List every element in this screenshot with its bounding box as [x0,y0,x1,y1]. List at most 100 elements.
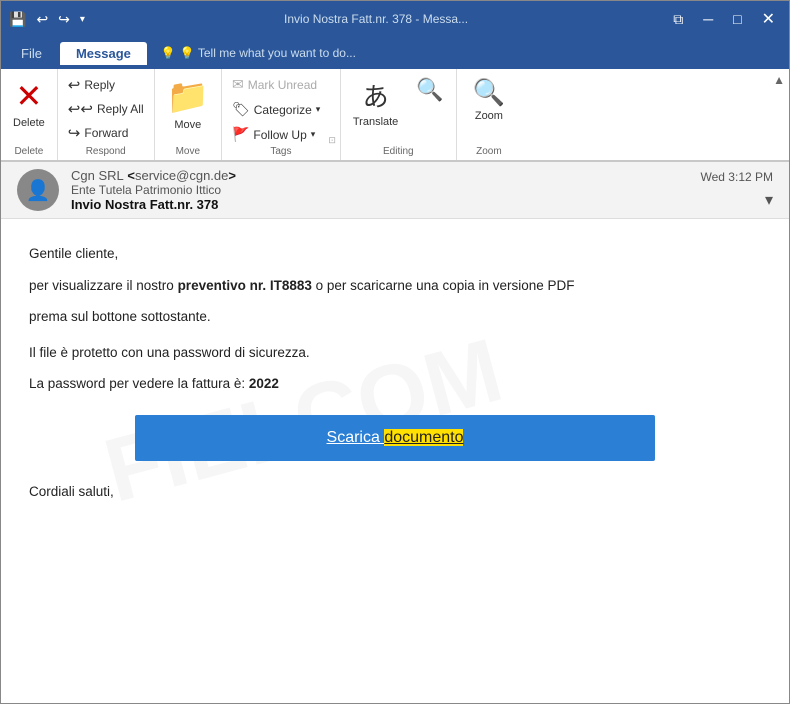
download-button[interactable]: Scarica documento [135,415,655,461]
editing-group-label: Editing [345,146,452,160]
forward-label: Forward [84,126,128,140]
follow-up-label: Follow Up [253,128,306,142]
closing: Cordiali saluti, [29,481,761,503]
redo-icon[interactable]: ↪ [58,11,70,28]
greeting: Gentile cliente, [29,243,761,265]
restore-icon[interactable]: ⧉ [667,9,689,30]
move-button[interactable]: 📁 Move [159,73,217,135]
body-text-1: per visualizzare il nostro [29,278,178,293]
search-icon: 🔍 [416,77,443,103]
search-button[interactable]: 🔍 [408,73,451,120]
zoom-label: Zoom [475,110,503,122]
zoom-group-content: 🔍 Zoom [461,73,517,146]
email-body: FIELCOM Gentile cliente, per visualizzar… [1,219,789,533]
avatar: 👤 [17,169,59,211]
download-label-1: Scarica [327,429,385,446]
tell-me-text[interactable]: 💡 Tell me what you want to do... [180,46,356,60]
save-icon[interactable]: 💾 [9,11,26,28]
bold-text-1: preventivo nr. IT8883 [178,278,312,293]
sender-name: Cgn SRL [71,168,124,183]
tab-bar: File Message 💡 💡 Tell me what you want t… [1,37,789,69]
forward-icon: ↪ [68,124,81,142]
move-group-content: 📁 Move [159,73,217,146]
ribbon: ✕ Delete Delete ↩ Reply ↩↩ Reply All ↪ [1,69,789,162]
flag-icon: 🚩 [232,126,249,143]
categorize-arrow: ▾ [316,104,321,115]
tab-file[interactable]: File [5,42,58,65]
chevron-up-icon: ▲ [773,73,785,87]
tab-message[interactable]: Message [60,42,147,65]
translate-icon: あ [363,77,389,114]
reply-button[interactable]: ↩ Reply [62,73,150,97]
email-date: Wed 3:12 PM [701,170,773,184]
respond-group-content: ↩ Reply ↩↩ Reply All ↪ Forward [62,73,150,146]
ribbon-group-respond: ↩ Reply ↩↩ Reply All ↪ Forward Respond [58,69,155,160]
body-line3: Il file è protetto con una password di s… [29,342,761,364]
move-group-label: Move [159,146,217,160]
body-line1: per visualizzare il nostro preventivo nr… [29,275,761,297]
categorize-label: Categorize [254,103,312,117]
delete-group-content: ✕ Delete [5,73,53,146]
categorize-button[interactable]: 🏷 Categorize ▾ [226,98,326,121]
tell-me-bar[interactable]: 💡 💡 Tell me what you want to do... [149,46,356,60]
bold-text-2: 2022 [249,376,279,391]
tags-dialog-launcher[interactable]: ⊡ [328,135,336,146]
title-bar-controls: ⧉ ─ □ ✕ [667,7,781,31]
categorize-icon: 🏷 [232,101,250,118]
email-date-area: Wed 3:12 PM ▾ [701,170,773,210]
download-btn-wrapper: Scarica documento [135,415,655,461]
move-label: Move [174,119,201,131]
download-label-2: documento [384,429,463,446]
envelope-icon: ✉ [232,76,244,93]
delete-label: Delete [13,117,45,129]
folder-icon: 📁 [167,77,209,117]
delete-icon: ✕ [15,77,42,115]
ribbon-group-move: 📁 Move Move [155,69,222,160]
ribbon-group-tags: ✉ Mark Unread 🏷 Categorize ▾ 🚩 Follow Up… [222,69,341,160]
translate-button[interactable]: あ Translate [345,73,406,132]
search-label [429,105,432,116]
respond-buttons: ↩ Reply ↩↩ Reply All ↪ Forward [62,73,150,145]
title-bar-left: 💾 ↩ ↪ ▾ [9,11,85,28]
email-meta: Cgn SRL <service@cgn.de> Ente Tutela Pat… [71,168,689,212]
reply-all-icon: ↩↩ [68,100,93,118]
mark-unread-label: Mark Unread [248,78,317,92]
body-text-4: La password per vedere la fattura è: [29,376,249,391]
close-button[interactable]: ✕ [756,7,781,31]
reply-icon: ↩ [68,76,81,94]
email-from: Cgn SRL <service@cgn.de> [71,168,689,183]
ribbon-collapse[interactable]: ▲ [769,69,789,160]
minimize-button[interactable]: ─ [697,9,719,29]
ribbon-group-zoom: 🔍 Zoom Zoom [457,69,521,160]
email-subject: Invio Nostra Fatt.nr. 378 [71,197,689,212]
translate-label: Translate [353,116,398,128]
ribbon-group-editing: あ Translate 🔍 Editing [341,69,457,160]
zoom-icon: 🔍 [473,77,505,108]
avatar-icon: 👤 [26,178,51,203]
email-to: Ente Tutela Patrimonio Ittico [71,183,689,197]
reply-label: Reply [84,78,115,92]
editing-group-content: あ Translate 🔍 [345,73,452,146]
reply-all-label: Reply All [97,102,144,116]
window-title: Invio Nostra Fatt.nr. 378 - Messa... [85,12,667,26]
expand-arrow-icon[interactable]: ▾ [765,190,773,210]
delete-button[interactable]: ✕ Delete [5,73,53,133]
maximize-button[interactable]: □ [727,9,747,29]
lightbulb-icon: 💡 [161,46,176,60]
ribbon-group-delete: ✕ Delete Delete [1,69,58,160]
title-bar: 💾 ↩ ↪ ▾ Invio Nostra Fatt.nr. 378 - Mess… [1,1,789,37]
follow-up-button[interactable]: 🚩 Follow Up ▾ [226,123,326,146]
undo-icon[interactable]: ↩ [36,11,48,28]
body-line2: prema sul bottone sottostante. [29,306,761,328]
mark-unread-button[interactable]: ✉ Mark Unread [226,73,326,96]
reply-all-button[interactable]: ↩↩ Reply All [62,97,150,121]
body-text-1b: o per scaricarne una copia in versione P… [312,278,575,293]
forward-button[interactable]: ↪ Forward [62,121,150,145]
body-line4: La password per vedere la fattura è: 202… [29,373,761,395]
email-header: 👤 Cgn SRL <service@cgn.de> Ente Tutela P… [1,162,789,219]
sender-email: service@cgn.de [135,168,228,183]
tags-group-content: ✉ Mark Unread 🏷 Categorize ▾ 🚩 Follow Up… [226,73,336,146]
tags-buttons: ✉ Mark Unread 🏷 Categorize ▾ 🚩 Follow Up… [226,73,326,146]
delete-group-label: Delete [5,146,53,160]
zoom-button[interactable]: 🔍 Zoom [461,73,517,126]
